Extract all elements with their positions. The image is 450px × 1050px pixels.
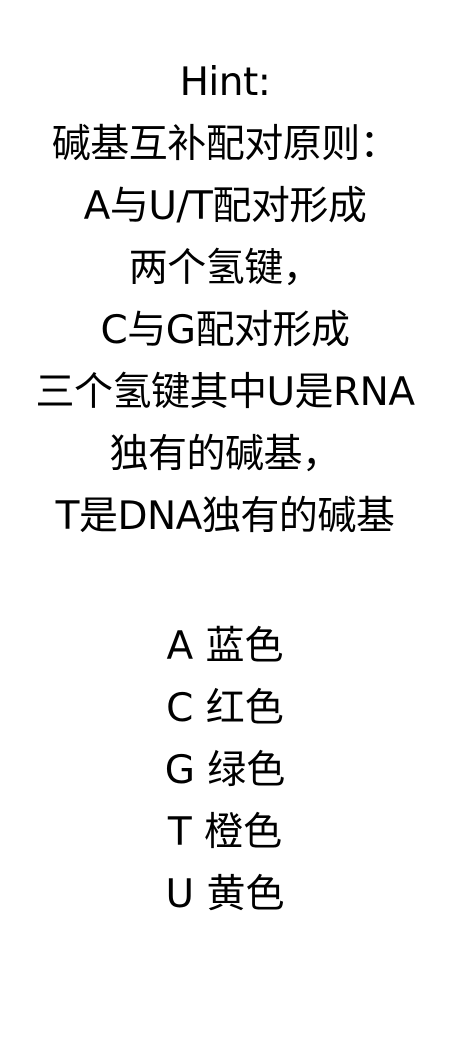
hint-line-rule: 碱基互补配对原则： (51, 122, 399, 167)
legend-item-c: C 红色 (166, 686, 284, 731)
legend-item-g: G 绿色 (164, 748, 286, 793)
hint-line-two-bonds: 两个氢键， (128, 246, 322, 291)
hint-line-three-bonds: 三个氢键其中U是RNA (35, 370, 416, 415)
base-color-legend: A 蓝色 C 红色 G 绿色 T 橙色 U 黄色 (0, 616, 450, 926)
hint-line-dna-unique: T是DNA独有的碱基 (55, 494, 395, 539)
hint-line-rna-unique: 独有的碱基， (109, 432, 341, 477)
hint-text-block: Hint: 碱基互补配对原则： A与U/T配对形成 两个氢键， C与G配对形成 … (0, 52, 450, 548)
legend-item-a: A 蓝色 (166, 624, 284, 669)
hint-line-au-pair: A与U/T配对形成 (83, 184, 367, 229)
legend-item-u: U 黄色 (165, 872, 285, 917)
hint-line-cg-pair: C与G配对形成 (100, 308, 350, 353)
legend-item-t: T 橙色 (167, 810, 283, 855)
hint-title: Hint: (179, 60, 271, 105)
